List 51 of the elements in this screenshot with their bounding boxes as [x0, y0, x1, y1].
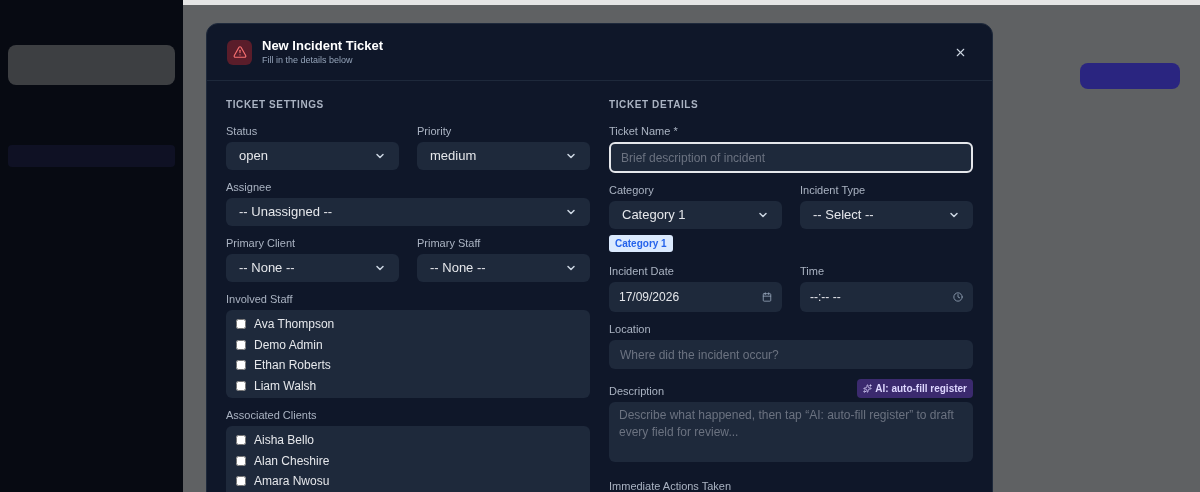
dialog-title: New Incident Ticket [262, 37, 384, 54]
checkbox-label[interactable]: Alan Cheshire [254, 451, 330, 470]
dropdown[interactable]: open [226, 142, 399, 170]
category-tag: Category 1 [609, 235, 673, 252]
dropdown[interactable]: medium [417, 142, 590, 170]
dialog-subtitle: Fill in the details below [262, 54, 354, 67]
field-label: Location [609, 322, 652, 336]
field-label: Category [609, 183, 655, 197]
checkbox-label[interactable]: Demo Admin [254, 335, 323, 354]
clock-icon [953, 292, 963, 302]
dropdown[interactable]: -- None -- [417, 254, 590, 282]
time-field[interactable]: --:-- -- [800, 282, 973, 312]
text-field[interactable]: Brief description of incident [609, 142, 973, 173]
textarea-field[interactable]: Describe what happened, then tap “AI: auto-fill register” to draft every field for review... [609, 402, 973, 462]
checkbox-label[interactable]: Aisha Bello [254, 431, 315, 450]
checkbox[interactable] [236, 339, 246, 350]
checkbox[interactable] [236, 435, 246, 446]
checkbox[interactable] [236, 319, 246, 330]
field-label: Associated Clients [226, 408, 318, 422]
field-label: Incident Type [800, 183, 867, 197]
section-title: TICKET DETAILS [609, 98, 700, 112]
field-label: Involved Staff [226, 292, 294, 306]
checkbox[interactable] [236, 476, 246, 487]
calendar-icon [762, 292, 772, 302]
checkbox-label[interactable]: Ethan Roberts [254, 356, 331, 375]
dropdown[interactable]: -- None -- [226, 254, 399, 282]
section-title: TICKET SETTINGS [226, 98, 325, 112]
checkbox-label[interactable]: Liam Walsh [254, 376, 317, 395]
field-label: Primary Staff [417, 236, 482, 250]
warning-icon [227, 39, 252, 65]
field-label: Assignee [226, 180, 273, 194]
field-label: Description [609, 384, 665, 398]
field-label: Primary Client [226, 236, 297, 250]
field-label: Time [800, 264, 826, 278]
ai-autofill-button[interactable]: AI: auto-fill register [857, 379, 973, 398]
dropdown[interactable]: -- Select -- [800, 201, 973, 229]
checkbox-label[interactable]: Ava Thompson [254, 315, 335, 334]
checkbox-label[interactable]: Amara Nwosu [254, 472, 330, 491]
checkbox[interactable] [236, 455, 246, 466]
field-label: Ticket Name * [609, 124, 679, 138]
text-field[interactable]: Where did the incident occur? [609, 340, 973, 369]
field-label: Priority [417, 124, 453, 138]
date-field[interactable]: 17/09/2026 [609, 282, 782, 312]
field-label: Status [226, 124, 259, 138]
sparkle-icon [863, 384, 873, 393]
field-label: Immediate Actions Taken [609, 479, 732, 492]
checkbox[interactable] [236, 360, 246, 371]
checkbox[interactable] [236, 380, 246, 391]
field-label: Incident Date [609, 264, 675, 278]
dropdown[interactable]: -- Unassigned -- [226, 198, 590, 226]
dropdown[interactable]: Category 1 [609, 201, 782, 229]
